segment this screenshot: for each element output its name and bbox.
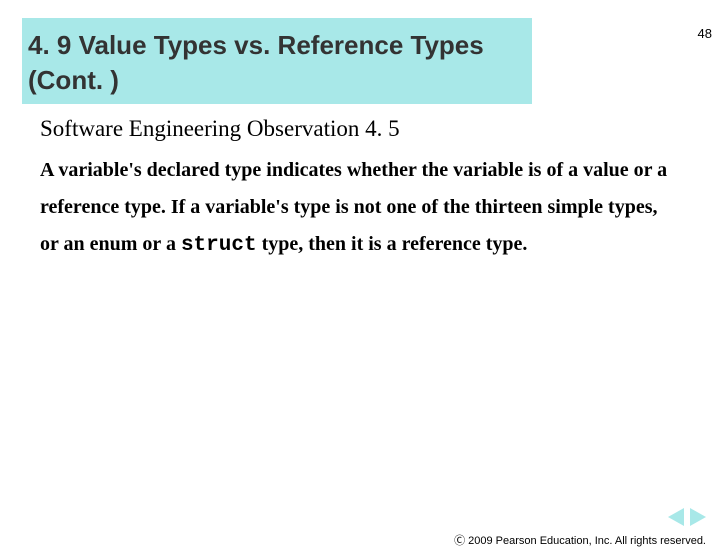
body-paragraph: A variable's declared type indicates whe… xyxy=(40,152,680,266)
nav-arrows xyxy=(668,508,706,526)
observation-title: Software Engineering Observation 4. 5 xyxy=(40,116,720,142)
section-title-line1: 4. 9 Value Types vs. Reference Types xyxy=(28,30,484,60)
section-title: 4. 9 Value Types vs. Reference Types (Co… xyxy=(22,18,532,104)
page-number: 48 xyxy=(698,26,712,41)
code-keyword-struct: struct xyxy=(181,234,257,257)
prev-slide-icon[interactable] xyxy=(668,508,684,526)
section-title-line2: (Cont. ) xyxy=(28,65,119,95)
next-slide-icon[interactable] xyxy=(690,508,706,526)
footer: Ⓒ 2009 Pearson Education, Inc. All right… xyxy=(454,508,706,548)
body-text-after: type, then it is a reference type. xyxy=(257,233,528,255)
copyright-text: Ⓒ 2009 Pearson Education, Inc. All right… xyxy=(454,532,706,548)
